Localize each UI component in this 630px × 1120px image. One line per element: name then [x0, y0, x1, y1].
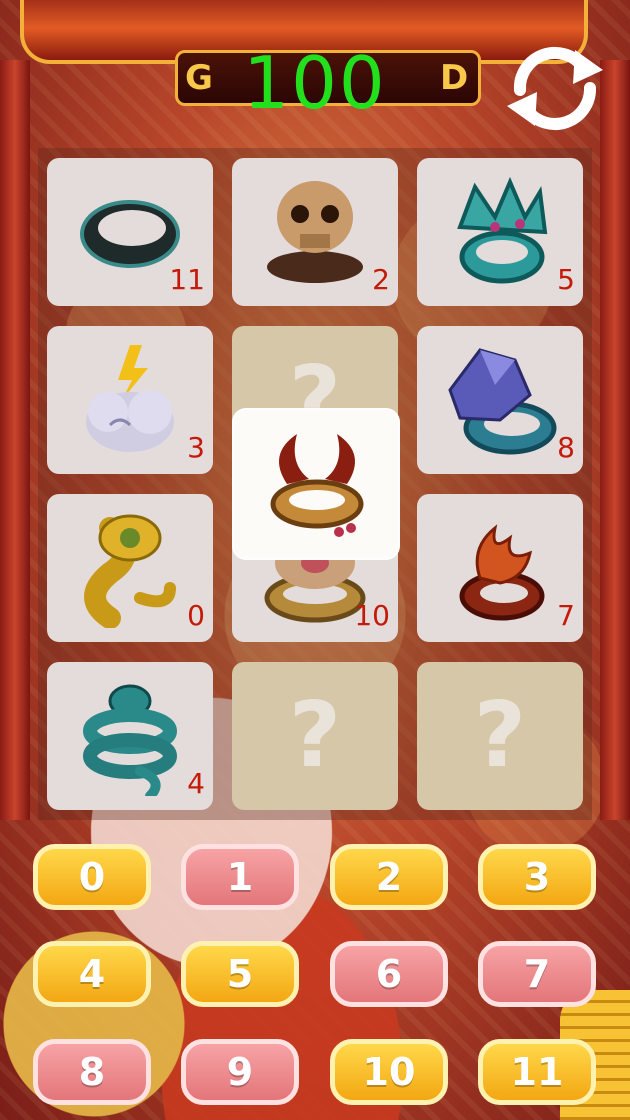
crystal-ring-icon: [448, 348, 557, 455]
number-button-4[interactable]: 4: [33, 941, 151, 1007]
flame-ring-icon: [459, 524, 545, 621]
card-number: 3: [187, 431, 205, 464]
question-mark-icon: ?: [288, 683, 342, 788]
number-button-5[interactable]: 5: [181, 941, 299, 1007]
number-button-10[interactable]: 10: [330, 1039, 448, 1105]
card-octopus-ring[interactable]: 0: [47, 494, 213, 642]
card-number: 11: [169, 263, 205, 296]
card-number: 8: [557, 431, 575, 464]
card-number: 0: [187, 599, 205, 632]
card-crystal-ring[interactable]: 8: [417, 326, 583, 474]
serpent-ring-icon: [83, 684, 177, 796]
card-cloud-ring[interactable]: 3: [47, 326, 213, 474]
number-button-6[interactable]: 6: [330, 941, 448, 1007]
octopus-ring-icon: [84, 514, 176, 628]
number-button-8[interactable]: 8: [33, 1039, 151, 1105]
horned-ring-icon: [270, 434, 364, 537]
card-serpent-ring[interactable]: 4: [47, 662, 213, 810]
number-button-3[interactable]: 3: [478, 844, 596, 910]
number-button-7[interactable]: 7: [478, 941, 596, 1007]
card-number: 4: [187, 767, 205, 800]
card-skull-ring[interactable]: 2: [232, 158, 398, 306]
question-mark-icon: ?: [473, 683, 527, 788]
card-hidden[interactable]: ?: [232, 662, 398, 810]
cloud-lightning-ring-icon: [86, 345, 174, 452]
card-hidden[interactable]: ?: [417, 662, 583, 810]
card-flame-ring[interactable]: 7: [417, 494, 583, 642]
number-button-1[interactable]: 1: [181, 844, 299, 910]
number-button-9[interactable]: 9: [181, 1039, 299, 1105]
card-number: 10: [354, 599, 390, 632]
card-number: 2: [372, 263, 390, 296]
refresh-arrows-icon: [507, 46, 603, 130]
refresh-button[interactable]: [505, 42, 605, 132]
number-button-11[interactable]: 11: [478, 1039, 596, 1105]
right-frame-pillar: [600, 60, 630, 820]
card-crown-ring[interactable]: 5: [417, 158, 583, 306]
card-black-ring[interactable]: 11: [47, 158, 213, 306]
number-button-2[interactable]: 2: [330, 844, 448, 910]
card-number: 7: [557, 599, 575, 632]
skull-ring-icon: [267, 181, 363, 283]
focused-card[interactable]: [234, 410, 398, 558]
teal-crown-ring-icon: [457, 176, 548, 284]
card-number: 5: [557, 263, 575, 296]
number-button-0[interactable]: 0: [33, 844, 151, 910]
